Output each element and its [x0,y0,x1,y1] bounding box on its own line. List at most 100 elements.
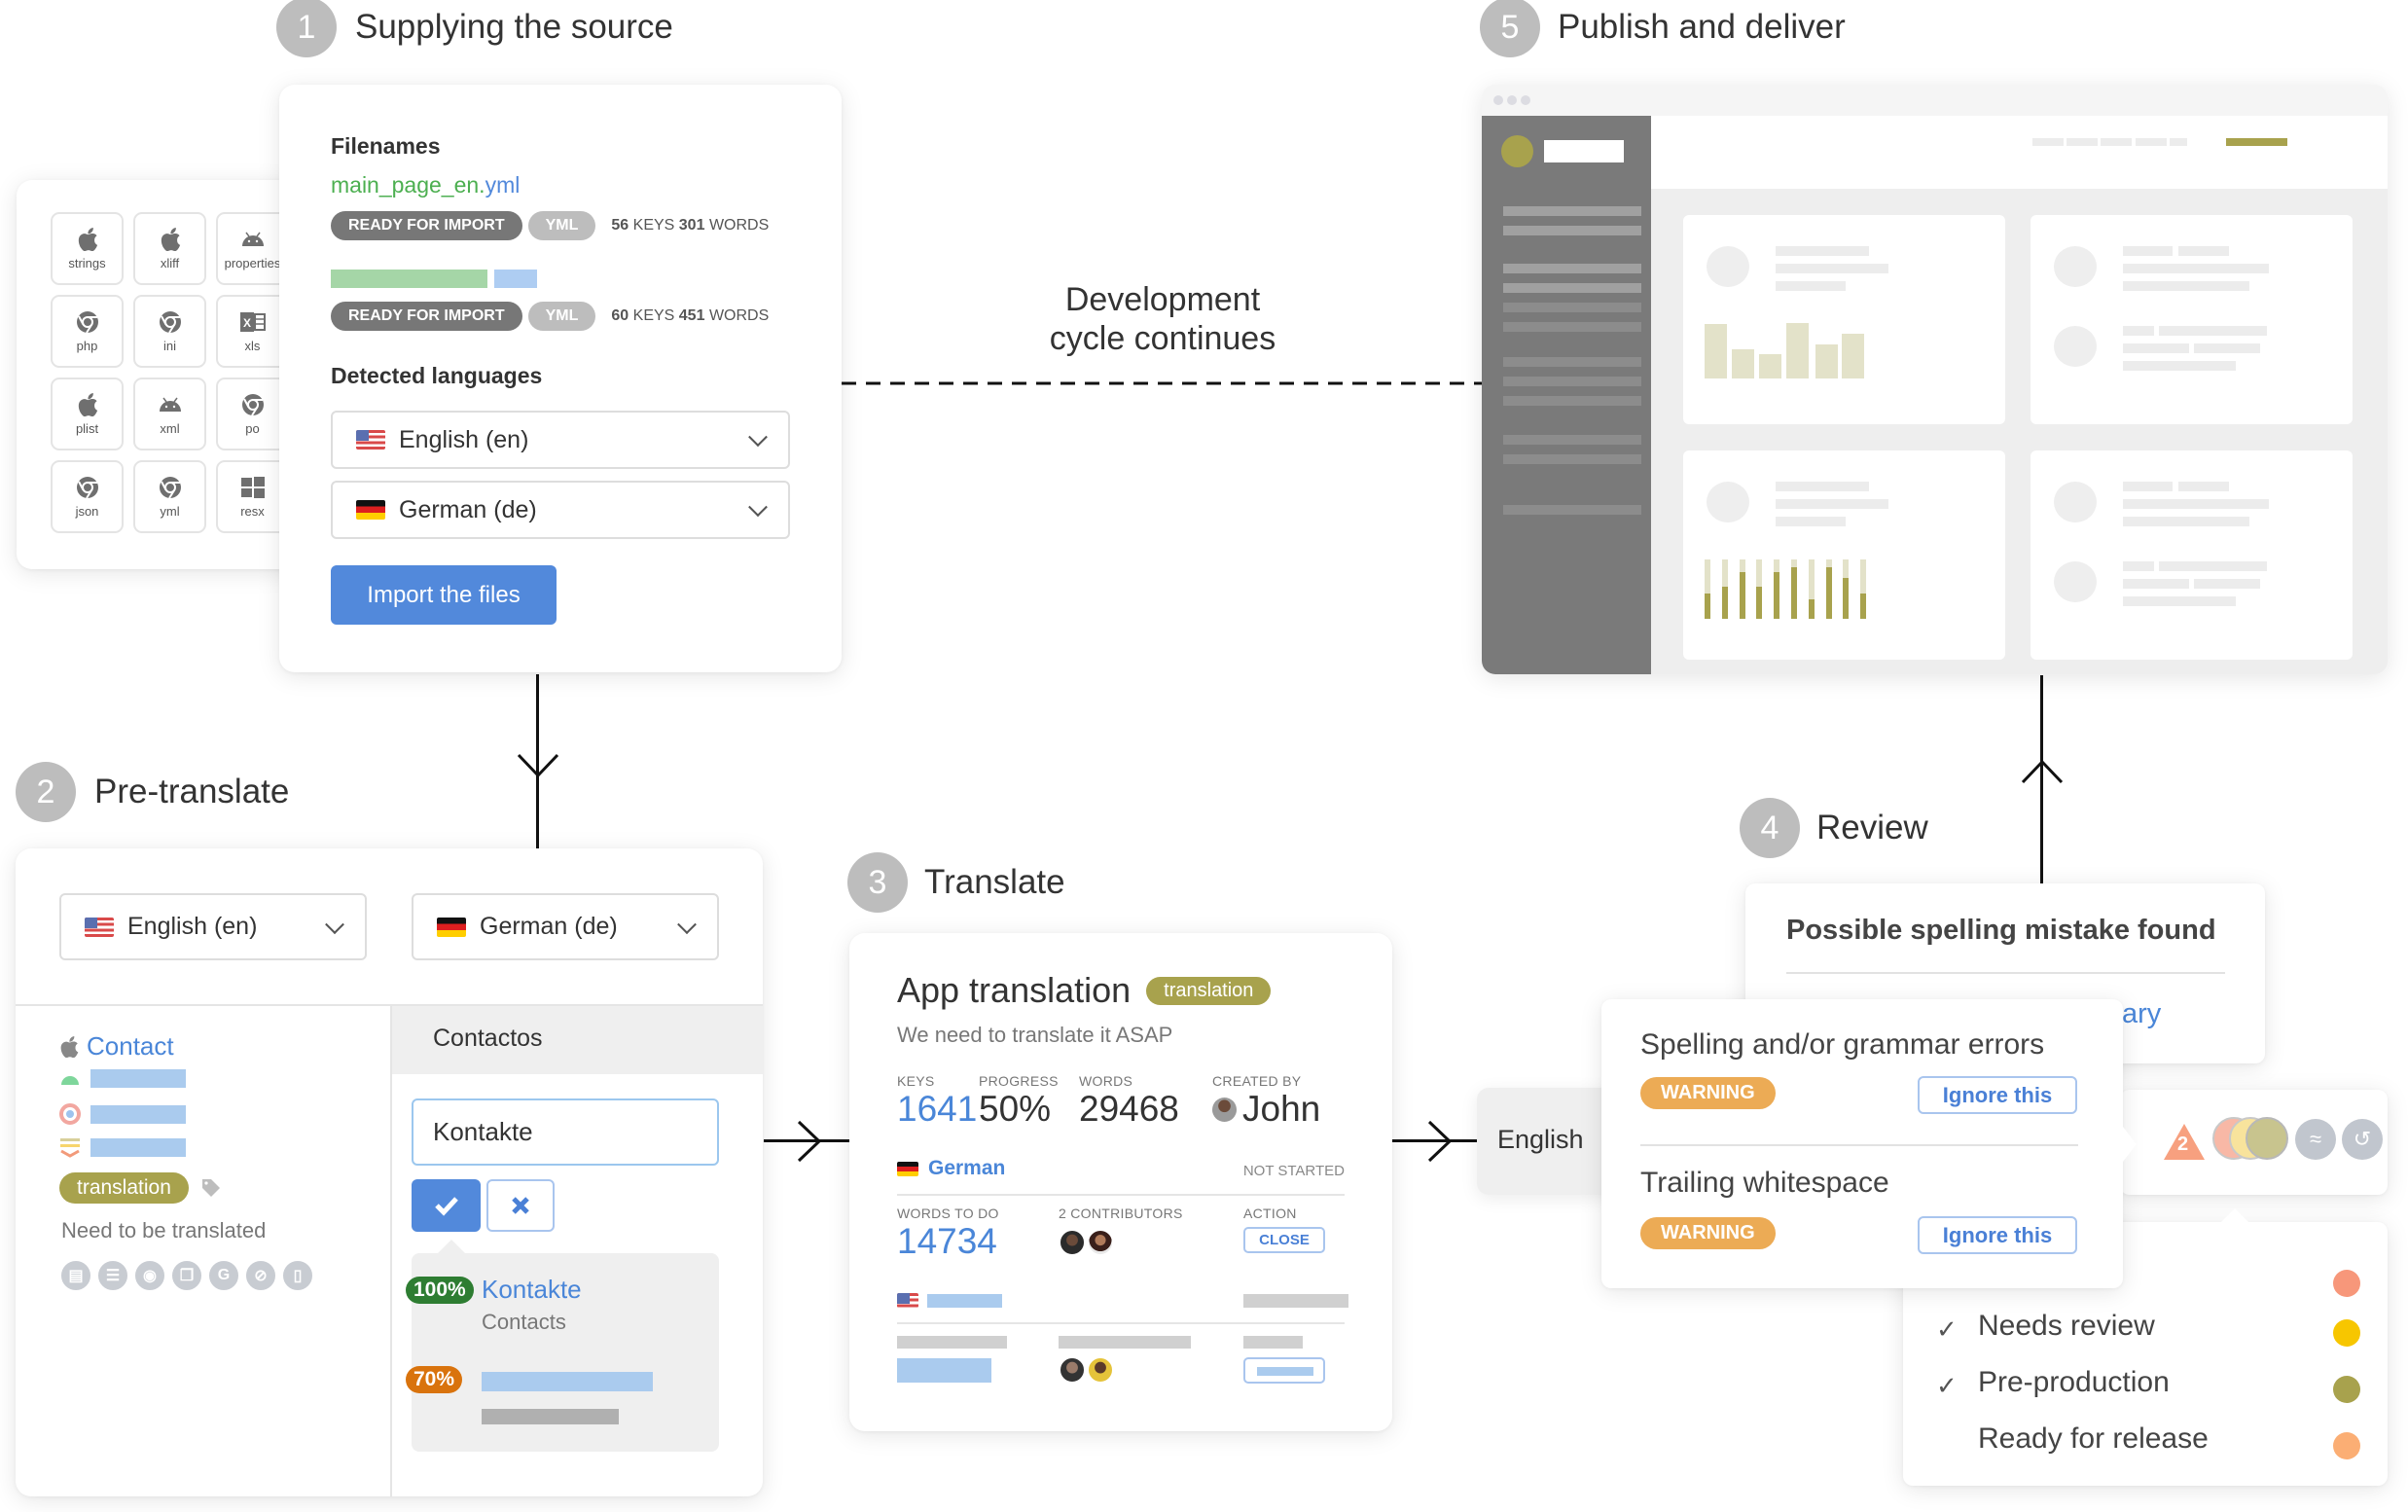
apple-icon [75,392,100,417]
dashboard-main [1651,116,2388,674]
translation-input[interactable]: Kontakte [412,1098,719,1166]
step-3-title: Translate [924,863,1065,901]
status-dot [2333,1270,2360,1297]
apple-icon [75,227,100,252]
ignore-issue-button[interactable]: Ignore this [1918,1216,2077,1254]
contributor-avatar [1087,1356,1114,1384]
contributor-avatar [1059,1229,1086,1256]
project-tag[interactable]: translation [1146,976,1272,1005]
placeholder-text [2123,264,2269,273]
language-name[interactable]: German [928,1157,1005,1180]
file-format-tile[interactable]: strings [51,212,124,285]
tag-icon[interactable] [200,1177,222,1199]
dashboard-sidebar [1482,116,1651,674]
confirm-button[interactable] [412,1179,481,1232]
sidebar-item [1503,264,1641,273]
placeholder-text [2123,343,2189,353]
mini-stacked-bar-fg [1808,599,1815,619]
project-title[interactable]: App translation [897,970,1131,1011]
sidebar-item [1503,505,1641,515]
add-to-dictionary-link[interactable]: ary [2122,998,2161,1030]
mini-stacked-bar-fg [1739,572,1745,619]
status-option[interactable]: Ready for release [1903,1421,2388,1471]
status-option[interactable]: ✓ Pre-production [1903,1364,2388,1415]
wave-icon[interactable]: ≈ [2295,1119,2336,1160]
sidebar-item [1503,322,1641,332]
file-format-tile[interactable]: properties [216,212,289,285]
screenshot-icon[interactable]: ◉ [133,1259,166,1292]
file-format-tile[interactable]: xml [133,378,206,450]
target-language-select[interactable]: German (de) [412,893,719,960]
step-1-title: Supplying the source [355,8,673,46]
delete-icon[interactable]: ▯ [281,1259,314,1292]
status-dot [2333,1376,2360,1403]
dashed-cycle-line [842,381,1484,385]
placeholder-suggestion [482,1372,653,1391]
filename-link[interactable]: main_page_en.yml [331,172,520,198]
file-format-tile[interactable]: xliff [133,212,206,285]
source-language-select[interactable]: English (en) [59,893,367,960]
file-format-tile[interactable]: yml [133,460,206,533]
clipboard-icon[interactable]: ☰ [96,1259,129,1292]
words-to-do-value: 14734 [897,1221,997,1261]
android-icon [240,227,266,252]
divider [1640,1144,2078,1146]
placeholder-status [1243,1294,1348,1308]
placeholder-label [897,1336,1007,1349]
avatar [1212,1097,1237,1122]
qa-issues-icon[interactable]: 2 [2163,1122,2206,1161]
sidebar-item [1503,396,1641,406]
close-project-button[interactable]: CLOSE [1243,1227,1325,1253]
cancel-button[interactable] [486,1179,555,1232]
file-format-tile[interactable]: ini [133,295,206,368]
chrome-icon [158,475,183,500]
placeholder-text [2123,326,2154,336]
import-files-button[interactable]: Import the files [331,565,557,625]
file-format-tile[interactable]: plist [51,378,124,450]
us-flag-icon [897,1293,918,1308]
language-select-english[interactable]: English (en) [331,411,790,469]
file-format-tile[interactable]: json [51,460,124,533]
words-count: 301 [678,217,705,234]
tag-badge[interactable]: translation [59,1172,189,1204]
stat-label: PROGRESS [979,1073,1059,1089]
file-format-tile[interactable]: php [51,295,124,368]
file-format-tile[interactable]: resx [216,460,289,533]
apple-icon [158,227,183,252]
key-name[interactable]: Contact [87,1031,174,1062]
file-row: READY FOR IMPORT YML 56 KEYS 301 WORDS [331,211,769,240]
project-description: We need to translate it ASAP [897,1023,1173,1047]
keys-label: KEYS [632,217,675,234]
suggestion-text[interactable]: Kontakte [482,1275,582,1305]
status-option[interactable]: ✓ Needs review [1903,1308,2388,1358]
platform-row [59,1069,186,1088]
google-translate-icon[interactable]: G [207,1259,240,1292]
mini-bar [1786,323,1809,378]
file-format-tile[interactable]: po [216,378,289,450]
upload-progress-blue [494,270,537,288]
translation-input-value: Kontakte [433,1117,533,1146]
arrow-right-icon [1427,1120,1453,1163]
file-format-label: xls [244,339,261,353]
status-circle-olive[interactable] [2246,1117,2288,1160]
window-dot [1521,95,1530,105]
file-format-label: xliff [160,256,180,270]
file-row: READY FOR IMPORT YML 60 KEYS 451 WORDS [331,302,769,331]
history-icon[interactable]: ↺ [2342,1119,2383,1160]
action-label: ACTION [1243,1206,1297,1221]
issue-title: Trailing whitespace [1640,1167,1889,1199]
windows-icon [240,475,266,500]
copy-icon[interactable]: ❐ [170,1259,203,1292]
chevron-down-icon [325,914,344,934]
file-format-tile[interactable]: Xxls [216,295,289,368]
hide-icon[interactable]: ⊘ [244,1259,277,1292]
chrome-icon [59,1103,81,1125]
creator: John [1212,1089,1320,1130]
comment-icon[interactable]: ▤ [59,1259,92,1292]
ignore-issue-button[interactable]: Ignore this [1918,1076,2077,1114]
placeholder-text [1776,264,1888,273]
mini-stacked-bar-fg [1791,567,1797,619]
check-icon: ✓ [1936,1314,1958,1344]
language-select-german[interactable]: German (de) [331,481,790,539]
placeholder-text [2194,579,2260,589]
